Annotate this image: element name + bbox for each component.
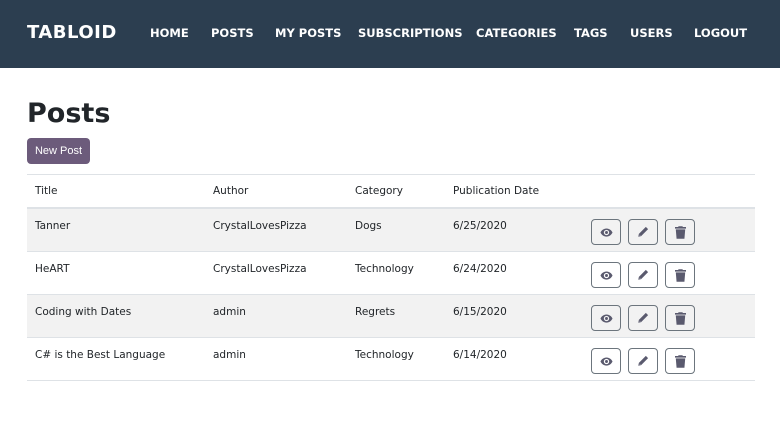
header-publication-date: Publication Date bbox=[453, 185, 540, 197]
post-category: Dogs bbox=[355, 220, 382, 232]
edit-post-button[interactable] bbox=[628, 219, 658, 245]
edit-post-button[interactable] bbox=[628, 305, 658, 331]
post-title: HeART bbox=[35, 263, 70, 275]
nav-users[interactable]: USERS bbox=[630, 26, 673, 40]
edit-post-button[interactable] bbox=[628, 348, 658, 374]
post-date: 6/15/2020 bbox=[453, 306, 507, 318]
table-row: C# is the Best Language admin Technology… bbox=[27, 338, 755, 381]
nav-subscriptions[interactable]: SUBSCRIPTIONS bbox=[358, 26, 462, 40]
nav-my-posts[interactable]: MY POSTS bbox=[275, 26, 341, 40]
post-date: 6/25/2020 bbox=[453, 220, 507, 232]
header-category: Category bbox=[355, 185, 403, 197]
header-title: Title bbox=[35, 185, 58, 197]
nav-home[interactable]: HOME bbox=[150, 26, 189, 40]
pencil-icon bbox=[638, 355, 649, 366]
brand-logo[interactable]: TABLOID bbox=[27, 22, 117, 43]
table-row: HeART CrystalLovesPizza Technology 6/24/… bbox=[27, 252, 755, 295]
nav-tags[interactable]: TAGS bbox=[574, 26, 608, 40]
view-post-button[interactable] bbox=[591, 262, 621, 288]
post-title: Tanner bbox=[35, 220, 71, 232]
posts-table: Title Author Category Publication Date T… bbox=[27, 174, 755, 381]
header-author: Author bbox=[213, 185, 249, 197]
post-date: 6/14/2020 bbox=[453, 349, 507, 361]
view-post-button[interactable] bbox=[591, 219, 621, 245]
post-author: admin bbox=[213, 306, 246, 318]
trash-icon bbox=[674, 354, 686, 368]
eye-icon bbox=[599, 356, 613, 366]
eye-icon bbox=[599, 313, 613, 323]
top-navbar: TABLOID HOME POSTS MY POSTS SUBSCRIPTION… bbox=[0, 0, 780, 68]
trash-icon bbox=[674, 225, 686, 239]
post-author: admin bbox=[213, 349, 246, 361]
post-category: Technology bbox=[355, 263, 414, 275]
page-title: Posts bbox=[27, 98, 111, 129]
pencil-icon bbox=[638, 226, 649, 237]
post-date: 6/24/2020 bbox=[453, 263, 507, 275]
eye-icon bbox=[599, 270, 613, 280]
delete-post-button[interactable] bbox=[665, 262, 695, 288]
post-category: Regrets bbox=[355, 306, 396, 318]
table-header: Title Author Category Publication Date bbox=[27, 175, 755, 209]
pencil-icon bbox=[638, 312, 649, 323]
delete-post-button[interactable] bbox=[665, 305, 695, 331]
trash-icon bbox=[674, 268, 686, 282]
nav-logout[interactable]: LOGOUT bbox=[694, 26, 747, 40]
eye-icon bbox=[599, 227, 613, 237]
view-post-button[interactable] bbox=[591, 348, 621, 374]
nav-categories[interactable]: CATEGORIES bbox=[476, 26, 557, 40]
trash-icon bbox=[674, 311, 686, 325]
delete-post-button[interactable] bbox=[665, 219, 695, 245]
post-author: CrystalLovesPizza bbox=[213, 263, 307, 275]
post-title: Coding with Dates bbox=[35, 306, 132, 318]
post-category: Technology bbox=[355, 349, 414, 361]
table-row: Tanner CrystalLovesPizza Dogs 6/25/2020 bbox=[27, 209, 755, 252]
edit-post-button[interactable] bbox=[628, 262, 658, 288]
new-post-button[interactable]: New Post bbox=[27, 138, 90, 164]
delete-post-button[interactable] bbox=[665, 348, 695, 374]
nav-posts[interactable]: POSTS bbox=[211, 26, 254, 40]
view-post-button[interactable] bbox=[591, 305, 621, 331]
table-row: Coding with Dates admin Regrets 6/15/202… bbox=[27, 295, 755, 338]
post-author: CrystalLovesPizza bbox=[213, 220, 307, 232]
post-title: C# is the Best Language bbox=[35, 349, 166, 361]
pencil-icon bbox=[638, 269, 649, 280]
